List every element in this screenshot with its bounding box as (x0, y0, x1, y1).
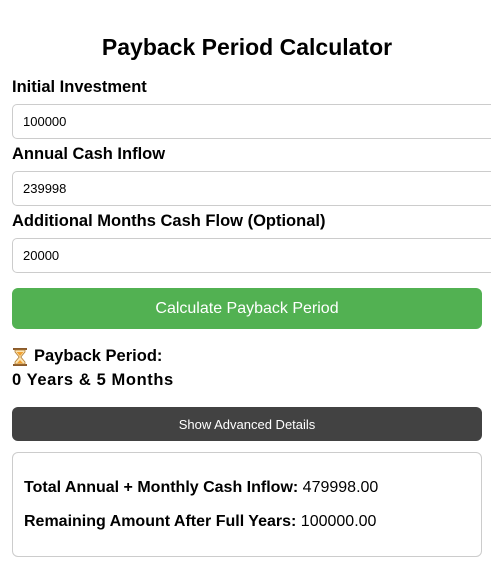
payback-heading: Payback Period: (12, 347, 162, 366)
annual-cash-inflow-label: Annual Cash Inflow (12, 145, 166, 163)
detail-value: 479998.00 (302, 479, 379, 496)
calculate-button[interactable]: Calculate Payback Period (12, 288, 482, 329)
page-title: Payback Period Calculator (101, 34, 393, 60)
additional-months-input[interactable] (12, 238, 491, 273)
hourglass-icon (12, 347, 28, 366)
initial-investment-input[interactable] (12, 104, 491, 139)
detail-value: 100000.00 (300, 513, 377, 530)
detail-row-total-inflow: Total Annual + Monthly Cash Inflow: 4799… (24, 479, 378, 497)
payback-result-value: 0 Years & 5 Months (12, 371, 174, 389)
detail-label: Total Annual + Monthly Cash Inflow: (24, 479, 299, 496)
additional-months-label: Additional Months Cash Flow (Optional) (12, 212, 326, 230)
show-advanced-details-button[interactable]: Show Advanced Details (12, 407, 482, 441)
payback-heading-label: Payback Period: (34, 347, 163, 365)
detail-row-remaining-amount: Remaining Amount After Full Years: 10000… (24, 513, 376, 531)
advanced-details-panel: Total Annual + Monthly Cash Inflow: 4799… (12, 452, 482, 557)
annual-cash-inflow-input[interactable] (12, 171, 491, 206)
detail-label: Remaining Amount After Full Years: (24, 513, 297, 530)
initial-investment-label: Initial Investment (12, 78, 147, 96)
